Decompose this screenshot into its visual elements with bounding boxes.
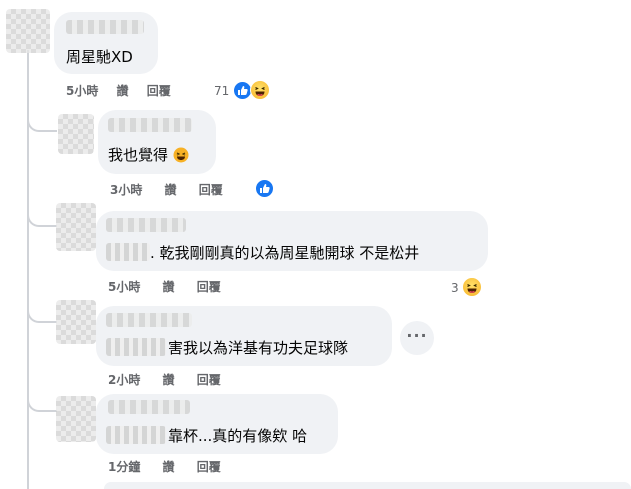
comment-actions: 2小時 讚 回覆 bbox=[108, 373, 221, 387]
comment-actions: 5小時 讚 回覆 bbox=[66, 84, 171, 98]
more-options-button[interactable]: ··· bbox=[400, 321, 434, 355]
haha-icon bbox=[462, 277, 482, 297]
commenter-name[interactable] bbox=[106, 313, 192, 327]
comment-actions: 1分鐘 讚 回覆 bbox=[108, 460, 221, 474]
avatar[interactable] bbox=[56, 396, 96, 442]
thread-connector bbox=[27, 105, 57, 132]
reply-button[interactable]: 回覆 bbox=[197, 373, 221, 387]
comment-bubble: 靠杯...真的有像欸 哈 bbox=[96, 394, 338, 454]
comment-text: 周星馳XD bbox=[66, 48, 133, 66]
comment-text: . 乾我剛剛真的以為周星馳開球 不是松井 bbox=[150, 244, 420, 262]
avatar[interactable] bbox=[56, 203, 96, 251]
commenter-name[interactable] bbox=[108, 400, 190, 414]
thread-connector bbox=[27, 385, 57, 412]
comment-text: 靠杯...真的有像欸 哈 bbox=[168, 427, 308, 445]
reaction-count[interactable]: 3 bbox=[451, 281, 459, 295]
reaction-count[interactable]: 71 bbox=[214, 84, 229, 98]
like-button[interactable]: 讚 bbox=[163, 280, 175, 294]
comment-timestamp[interactable]: 5小時 bbox=[108, 280, 140, 294]
commenter-name[interactable] bbox=[66, 20, 144, 34]
comment-bubble: 我也覺得 bbox=[98, 110, 216, 174]
like-button[interactable]: 讚 bbox=[163, 460, 175, 474]
comment-timestamp[interactable]: 3小時 bbox=[110, 183, 142, 197]
reply-compose-box[interactable] bbox=[104, 482, 631, 489]
reply-button[interactable]: 回覆 bbox=[197, 460, 221, 474]
commenter-name[interactable] bbox=[108, 118, 192, 132]
mentioned-user-tag[interactable] bbox=[106, 426, 166, 444]
mentioned-user-tag[interactable] bbox=[106, 338, 166, 356]
mentioned-user-tag[interactable] bbox=[106, 243, 150, 261]
reply-button[interactable]: 回覆 bbox=[197, 280, 221, 294]
comment-bubble: 周星馳XD bbox=[54, 12, 158, 74]
comment-timestamp[interactable]: 5小時 bbox=[66, 84, 98, 98]
comment-actions: 3小時 讚 回覆 bbox=[110, 183, 223, 197]
like-button[interactable]: 讚 bbox=[117, 84, 129, 98]
haha-icon bbox=[250, 80, 270, 100]
comment-text: 我也覺得 bbox=[108, 146, 189, 167]
comment-timestamp[interactable]: 1分鐘 bbox=[108, 460, 140, 474]
avatar[interactable] bbox=[58, 114, 94, 154]
like-icon bbox=[254, 178, 275, 199]
comment-text: 害我以為洋基有功夫足球隊 bbox=[168, 339, 349, 357]
comment-timestamp[interactable]: 2小時 bbox=[108, 373, 140, 387]
reply-button[interactable]: 回覆 bbox=[199, 183, 223, 197]
comment-bubble: . 乾我剛剛真的以為周星馳開球 不是松井 bbox=[96, 211, 488, 271]
comment-actions: 5小時 讚 回覆 bbox=[108, 280, 221, 294]
commenter-name[interactable] bbox=[106, 218, 186, 232]
like-button[interactable]: 讚 bbox=[163, 373, 175, 387]
comment-bubble: 害我以為洋基有功夫足球隊 bbox=[96, 306, 392, 366]
reply-button[interactable]: 回覆 bbox=[147, 84, 171, 98]
grin-emoji-icon bbox=[173, 147, 189, 167]
thread-connector bbox=[27, 296, 57, 323]
avatar[interactable] bbox=[6, 9, 50, 53]
like-button[interactable]: 讚 bbox=[165, 183, 177, 197]
thread-connector bbox=[27, 200, 57, 227]
avatar[interactable] bbox=[56, 300, 96, 344]
